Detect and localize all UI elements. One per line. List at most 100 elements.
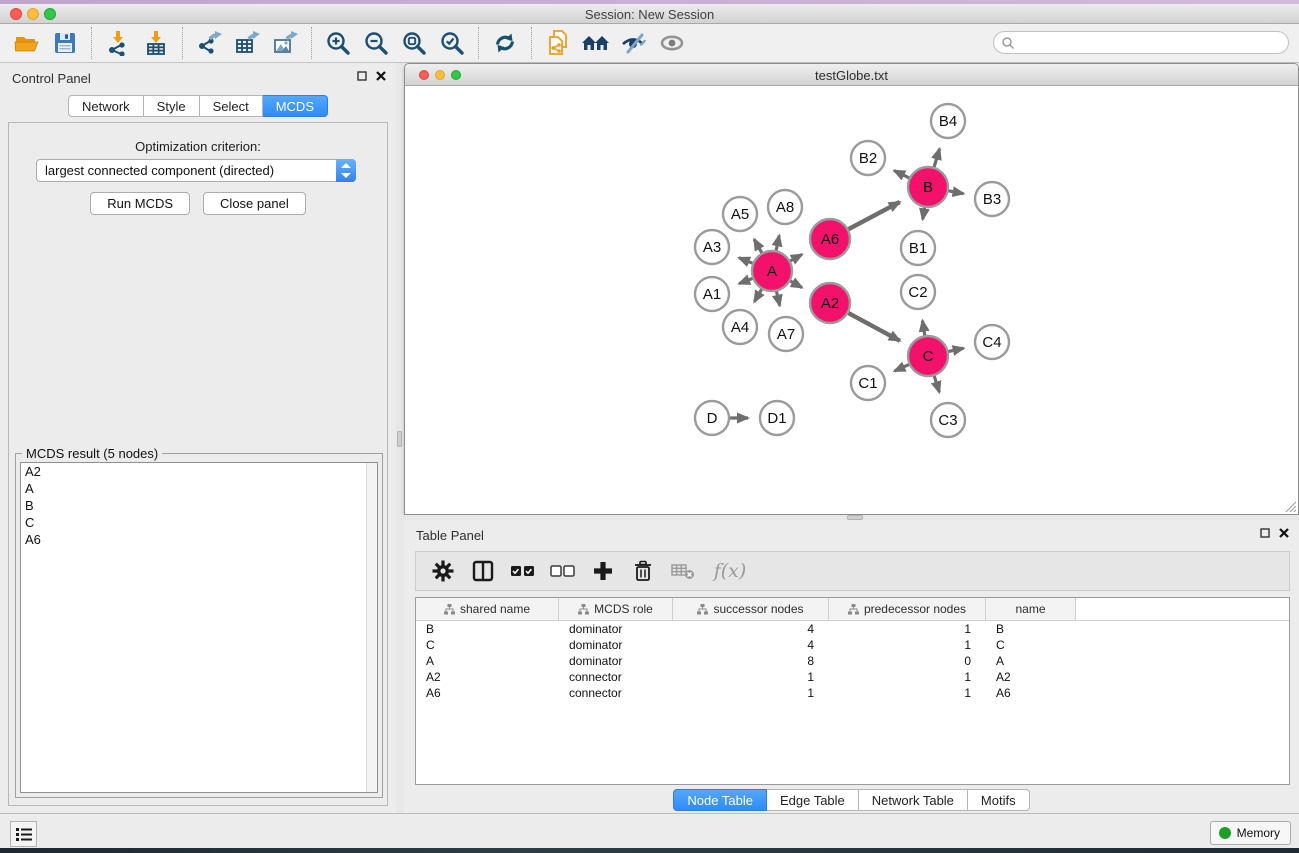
mcds-result-list[interactable]: A2ABCA6 [20,462,378,793]
tab-node-table[interactable]: Node Table [673,789,767,811]
import-table-button[interactable] [137,26,175,60]
node-C4[interactable]: C4 [975,325,1009,359]
delete-row-button[interactable] [630,557,656,585]
edge-C-C4[interactable] [948,348,964,352]
export-image-button[interactable] [266,26,304,60]
import-network-button[interactable] [99,26,137,60]
export-table-button[interactable] [228,26,266,60]
table-row[interactable]: Adominator80A [416,653,1289,669]
copy-network-document-button[interactable] [539,26,577,60]
node-D1[interactable]: D1 [760,401,794,435]
node-A1[interactable]: A1 [695,277,729,311]
node-C[interactable]: C [908,336,948,376]
node-C1[interactable]: C1 [851,366,885,400]
show-eye-button[interactable] [653,26,691,60]
tab-network-table[interactable]: Network Table [859,789,968,811]
node-B[interactable]: B [908,167,948,207]
edge-A-A8[interactable] [776,235,779,251]
network-canvas[interactable]: AA1A2A3A4A5A6A7A8BB1B2B3B4CC1C2C3C4DD1 [406,87,1297,514]
network-graph[interactable]: AA1A2A3A4A5A6A7A8BB1B2B3B4CC1C2C3C4DD1 [406,87,1297,514]
edge-A2-C[interactable] [848,313,900,341]
search-input[interactable] [1015,36,1288,50]
mcds-result-item[interactable]: A6 [21,531,377,548]
delete-table-button[interactable] [670,557,696,585]
network-window-titlebar[interactable]: testGlobe.txt [405,64,1298,86]
table-row[interactable]: Cdominator41C [416,637,1289,653]
node-B4[interactable]: B4 [931,104,965,138]
task-history-button[interactable] [10,821,37,847]
tab-motifs[interactable]: Motifs [968,789,1030,811]
column-header-shared-name[interactable]: shared name [416,598,559,620]
node-A2[interactable]: A2 [810,283,850,323]
edge-A-A5[interactable] [754,239,762,253]
mcds-list-scrollbar[interactable] [366,463,377,792]
vertical-splitter[interactable] [396,63,404,813]
export-network-button[interactable] [190,26,228,60]
node-B2[interactable]: B2 [851,141,885,175]
node-A3[interactable]: A3 [695,230,729,264]
column-header-mcds-role[interactable]: MCDS role [559,598,673,620]
select-all-button[interactable] [510,557,536,585]
mcds-result-item[interactable]: A [21,480,377,497]
column-header-predecessor-nodes[interactable]: predecessor nodes [829,598,986,620]
zoom-in-button[interactable] [319,26,357,60]
table-settings-button[interactable] [430,557,456,585]
table-row[interactable]: A2connector11A2 [416,669,1289,685]
mcds-result-item[interactable]: B [21,497,377,514]
tab-network[interactable]: Network [68,95,144,117]
edge-B-B3[interactable] [948,191,964,194]
close-panel-button[interactable]: Close panel [203,192,306,215]
open-file-button[interactable] [8,26,46,60]
close-panel-icon[interactable] [376,71,386,81]
deselect-all-button[interactable] [550,557,576,585]
mcds-result-item[interactable]: C [21,514,377,531]
edge-A-A4[interactable] [754,288,762,301]
edge-A6-B[interactable] [848,202,900,230]
close-panel-icon[interactable] [1279,528,1289,538]
tab-select[interactable]: Select [200,95,263,117]
save-session-button[interactable] [46,26,84,60]
add-row-button[interactable] [590,557,616,585]
memory-button[interactable]: Memory [1210,821,1291,845]
table-row[interactable]: A6connector11A6 [416,685,1289,701]
hide-eye-button[interactable] [615,26,653,60]
node-A8[interactable]: A8 [768,190,802,224]
edge-A-A7[interactable] [776,291,779,306]
edge-B-B1[interactable] [923,207,925,220]
criterion-dropdown[interactable]: largest connected component (directed) [36,159,356,182]
edge-C-C3[interactable] [934,375,939,392]
node-A[interactable]: A [752,251,792,291]
refresh-button[interactable] [486,26,524,60]
resize-grip-icon[interactable] [1284,500,1296,512]
edge-A-A1[interactable] [739,278,753,283]
edge-A-A6[interactable] [790,254,802,261]
tab-style[interactable]: Style [144,95,200,117]
tab-mcds[interactable]: MCDS [263,95,328,117]
node-B3[interactable]: B3 [975,182,1009,216]
mcds-result-item[interactable]: A2 [21,463,377,480]
edge-B-B2[interactable] [894,171,910,179]
table-row[interactable]: Bdominator41B [416,621,1289,637]
show-columns-button[interactable] [470,557,496,585]
zoom-out-button[interactable] [357,26,395,60]
node-table[interactable]: shared nameMCDS rolesuccessor nodesprede… [415,597,1290,785]
zoom-selected-button[interactable] [433,26,471,60]
node-D[interactable]: D [695,401,729,435]
splitter-handle[interactable] [397,431,402,447]
column-header-name[interactable]: name [986,598,1076,620]
edge-A-A3[interactable] [739,258,754,264]
edge-A-A2[interactable] [790,281,802,288]
node-A6[interactable]: A6 [810,219,850,259]
float-panel-icon[interactable] [357,71,367,81]
column-header-successor-nodes[interactable]: successor nodes [673,598,829,620]
node-B1[interactable]: B1 [901,231,935,265]
tab-edge-table[interactable]: Edge Table [767,789,859,811]
node-A7[interactable]: A7 [769,317,803,351]
node-A5[interactable]: A5 [723,197,757,231]
edge-C-C2[interactable] [922,321,924,337]
edge-C-C1[interactable] [894,364,909,371]
node-A4[interactable]: A4 [723,310,757,344]
node-C3[interactable]: C3 [931,403,965,437]
function-builder-button[interactable]: f(x) [710,557,750,585]
search-box[interactable] [993,31,1289,54]
